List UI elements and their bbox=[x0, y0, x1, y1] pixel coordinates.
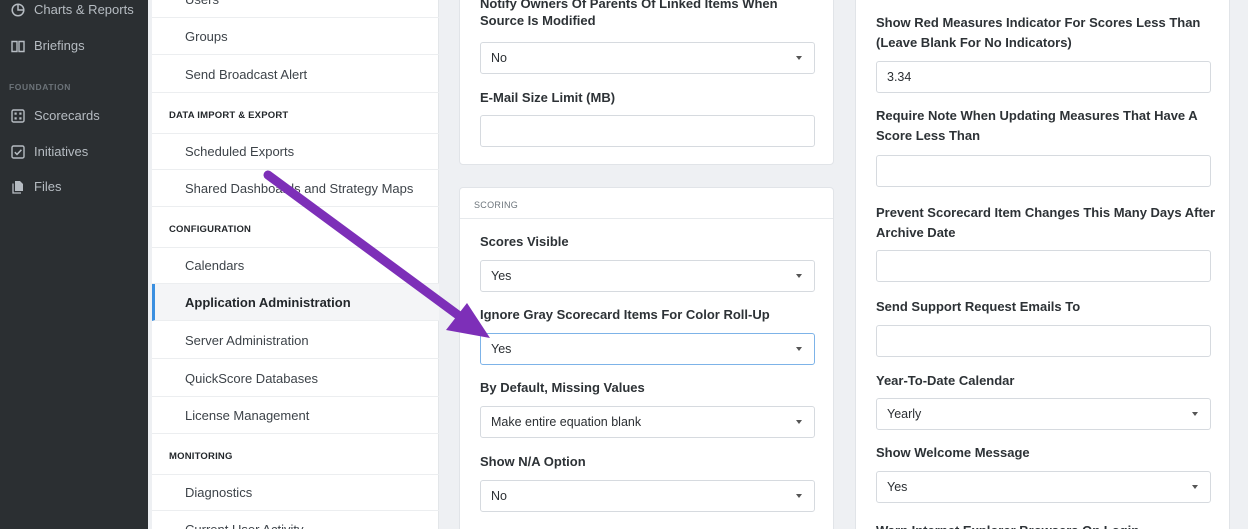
ytd-calendar-value: Yearly bbox=[887, 407, 922, 421]
subnav-heading-data-import-export: DATA IMPORT & EXPORT bbox=[152, 97, 439, 134]
welcome-message-value: Yes bbox=[887, 480, 908, 494]
nav-item-scorecards[interactable]: Scorecards bbox=[11, 108, 100, 123]
nav-item-initiatives[interactable]: Initiatives bbox=[11, 144, 88, 159]
subnav-item-quickscore-databases[interactable]: QuickScore Databases bbox=[152, 360, 439, 397]
ignore-gray-value: Yes bbox=[491, 342, 512, 356]
red-indicator-label-line1: Show Red Measures Indicator For Scores L… bbox=[876, 15, 1201, 30]
ignore-gray-label: Ignore Gray Scorecard Items For Color Ro… bbox=[480, 307, 770, 322]
subnav-item-groups[interactable]: Groups bbox=[152, 18, 439, 55]
ytd-calendar-label: Year-To-Date Calendar bbox=[876, 373, 1015, 388]
notify-owners-label-line2: Source Is Modified bbox=[480, 13, 596, 28]
files-icon bbox=[11, 180, 25, 194]
scores-visible-label: Scores Visible bbox=[480, 234, 569, 249]
chevron-down-icon bbox=[796, 347, 802, 351]
support-email-label: Send Support Request Emails To bbox=[876, 299, 1081, 314]
red-indicator-label-line2: (Leave Blank For No Indicators) bbox=[876, 35, 1072, 50]
chevron-down-icon bbox=[1192, 412, 1198, 416]
missing-values-value: Make entire equation blank bbox=[491, 415, 642, 429]
scores-visible-value: Yes bbox=[491, 269, 512, 283]
subnav-item-calendars[interactable]: Calendars bbox=[152, 247, 439, 284]
show-na-select[interactable]: No bbox=[480, 480, 815, 512]
welcome-message-label: Show Welcome Message bbox=[876, 445, 1030, 460]
require-note-label-line2: Score Less Than bbox=[876, 128, 981, 143]
prevent-changes-label-line1: Prevent Scorecard Item Changes This Many… bbox=[876, 205, 1216, 220]
nav-section-foundation: FOUNDATION bbox=[9, 82, 72, 92]
general-settings-panel: Notify Owners Of Parents Of Linked Items… bbox=[459, 0, 834, 165]
book-icon bbox=[11, 39, 25, 53]
chevron-down-icon bbox=[796, 274, 802, 278]
subnav-item-shared-dashboards[interactable]: Shared Dashboards and Strategy Maps bbox=[152, 170, 439, 207]
nav-item-files[interactable]: Files bbox=[11, 179, 61, 194]
support-email-input[interactable] bbox=[876, 325, 1211, 357]
scoring-panel-title: SCORING bbox=[474, 200, 519, 210]
scoring-panel: SCORING Scores Visible Yes Ignore Gray S… bbox=[459, 187, 834, 529]
subnav-heading-configuration: CONFIGURATION bbox=[152, 211, 439, 248]
ytd-calendar-select[interactable]: Yearly bbox=[876, 398, 1211, 430]
subnav-item-send-broadcast-alert[interactable]: Send Broadcast Alert bbox=[152, 56, 439, 93]
chevron-down-icon bbox=[796, 420, 802, 424]
nav-item-label: Briefings bbox=[34, 38, 85, 53]
subnav-item-application-administration[interactable]: Application Administration bbox=[152, 284, 439, 321]
welcome-message-select[interactable]: Yes bbox=[876, 471, 1211, 503]
warn-ie-label: Warn Internet Explorer Browsers On Login bbox=[876, 521, 1139, 529]
missing-values-select[interactable]: Make entire equation blank bbox=[480, 406, 815, 438]
subnav-item-diagnostics[interactable]: Diagnostics bbox=[152, 474, 439, 511]
main-nav: Charts & Reports Briefings FOUNDATION Sc… bbox=[0, 0, 148, 529]
subnav-item-license-management[interactable]: License Management bbox=[152, 397, 439, 434]
nav-item-label: Files bbox=[34, 179, 62, 194]
notify-owners-value: No bbox=[491, 51, 507, 65]
nav-item-charts-reports[interactable]: Charts & Reports bbox=[11, 2, 134, 17]
chevron-down-icon bbox=[796, 56, 802, 60]
nav-item-label: Charts & Reports bbox=[34, 2, 134, 17]
subnav-item-scheduled-exports[interactable]: Scheduled Exports bbox=[152, 133, 439, 170]
pie-chart-icon bbox=[11, 2, 25, 17]
scores-visible-select[interactable]: Yes bbox=[480, 260, 815, 292]
show-na-value: No bbox=[491, 489, 507, 503]
nav-item-briefings[interactable]: Briefings bbox=[11, 38, 85, 53]
missing-values-label: By Default, Missing Values bbox=[480, 380, 645, 395]
nav-item-label: Initiatives bbox=[34, 144, 89, 159]
email-size-limit-input[interactable] bbox=[480, 115, 815, 147]
red-indicator-input[interactable]: 3.34 bbox=[876, 61, 1211, 93]
checkbox-icon bbox=[11, 144, 25, 159]
subnav-item-current-user-activity[interactable]: Current User Activity bbox=[152, 511, 439, 529]
show-na-label: Show N/A Option bbox=[480, 454, 586, 469]
scorecard-icon bbox=[11, 108, 25, 123]
nav-item-label: Scorecards bbox=[34, 108, 100, 123]
indicator-settings-panel: Show Red Measures Indicator For Scores L… bbox=[855, 0, 1230, 529]
require-note-input[interactable] bbox=[876, 155, 1211, 187]
ignore-gray-select[interactable]: Yes bbox=[480, 333, 815, 365]
admin-subnav: Users Groups Send Broadcast Alert DATA I… bbox=[152, 0, 439, 529]
prevent-changes-label-line2: Archive Date bbox=[876, 225, 956, 240]
require-note-label-line1: Require Note When Updating Measures That… bbox=[876, 108, 1198, 123]
subnav-item-users[interactable]: Users bbox=[152, 0, 439, 18]
notify-owners-select[interactable]: No bbox=[480, 42, 815, 74]
panel-divider bbox=[460, 218, 833, 219]
subnav-heading-monitoring: MONITORING bbox=[152, 438, 439, 475]
subnav-item-server-administration[interactable]: Server Administration bbox=[152, 322, 439, 359]
email-size-limit-label: E-Mail Size Limit (MB) bbox=[480, 90, 616, 105]
chevron-down-icon bbox=[1192, 485, 1198, 489]
prevent-changes-input[interactable] bbox=[876, 250, 1211, 282]
chevron-down-icon bbox=[796, 494, 802, 498]
